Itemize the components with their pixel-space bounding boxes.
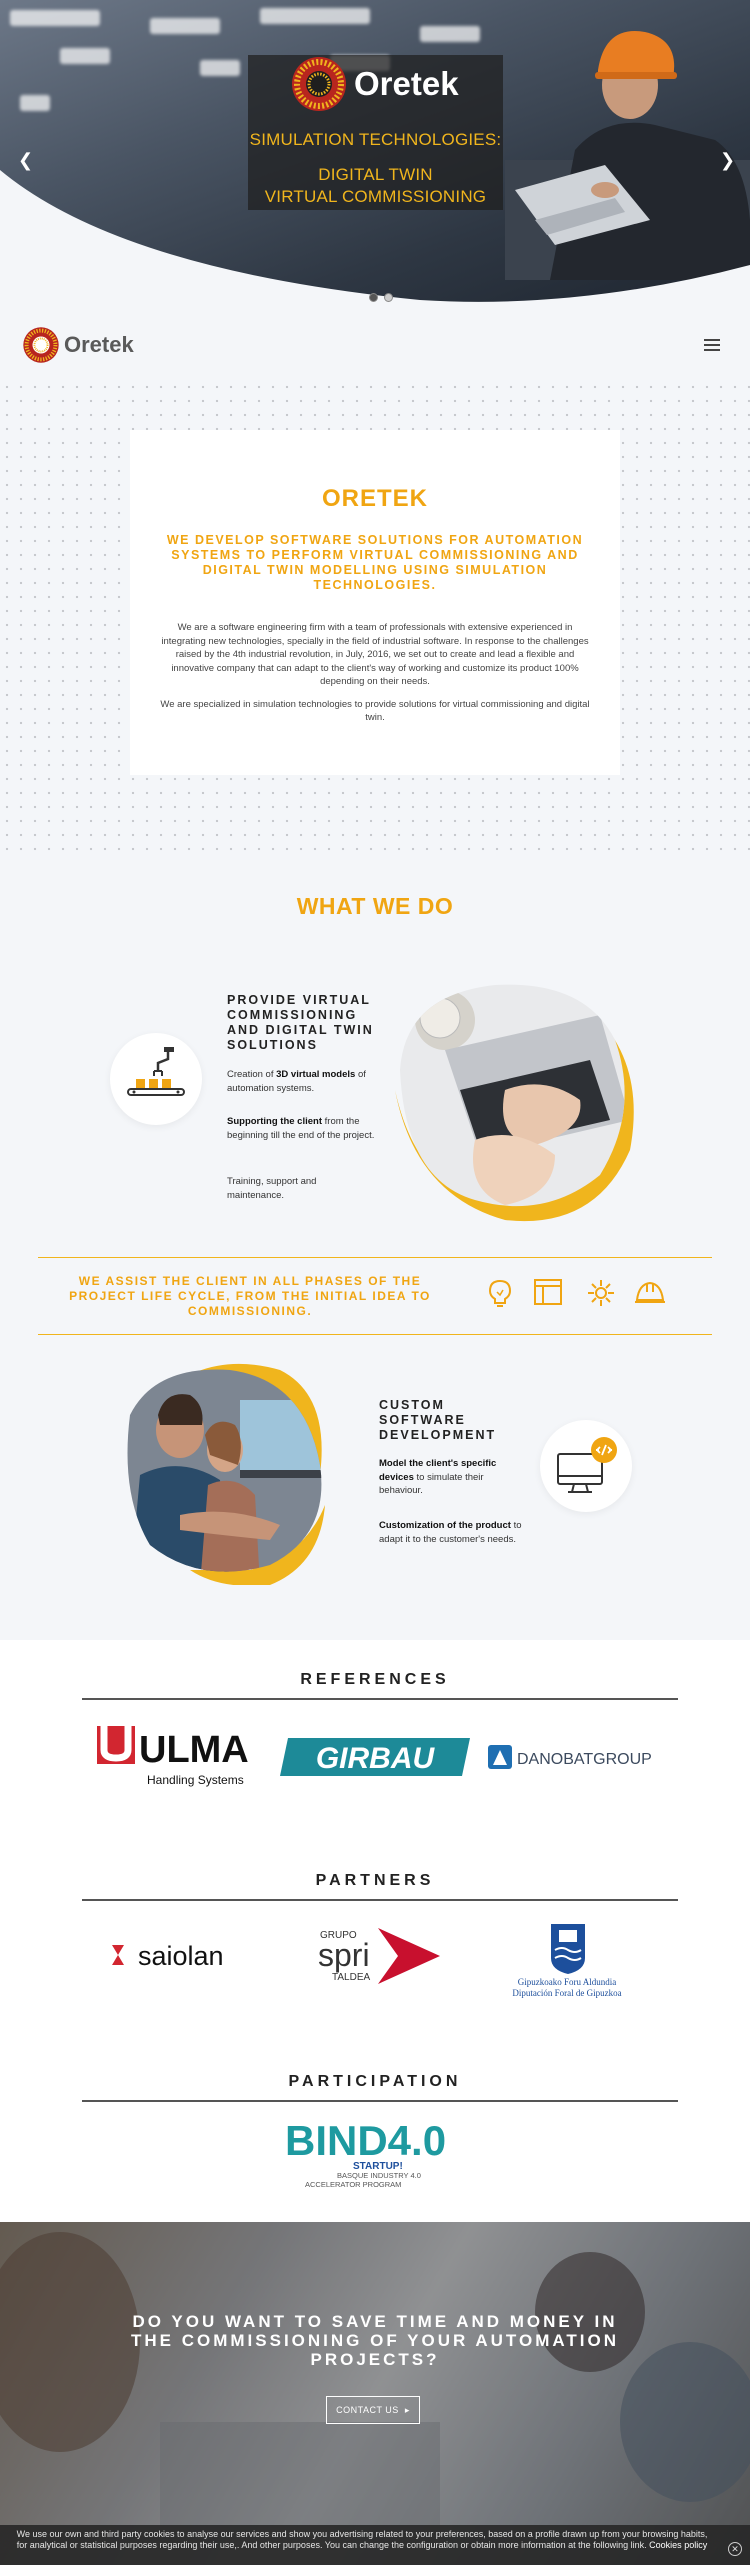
gear-cluster-icon [588,1280,614,1306]
feature1-point-3: Training, support and maintenance. [227,1176,317,1201]
partners-divider [82,1899,678,1901]
intro-title: ORETEK [321,485,428,512]
gipuzkoa-logo[interactable]: Gipuzkoako Foru Aldundia Diputación Fora… [505,1920,630,2000]
close-circle-icon[interactable]: ✕ [728,2542,742,2556]
what-we-do-title: WHAT WE DO [296,893,454,919]
feature1-point-2-bold: Supporting the client [227,1116,322,1127]
hero-line-2: DIGITAL TWIN [318,165,433,184]
ulma-subtext: Handling Systems [147,1773,244,1787]
feature2-point-2-bold: Customization of the product [379,1520,511,1531]
participation-title: PARTICIPATION [288,2073,462,2090]
oretek-logo-icon [292,57,346,111]
girbau-text: GIRBAU [316,1742,436,1775]
spri-main: spri [318,1937,370,1973]
feature2-point-2: Customization of the product to adapt it… [379,1519,524,1546]
cta-overlay [0,2222,750,2565]
hero-logo: Oretek [290,55,459,113]
robot-arm-conveyor-icon [127,1047,185,1096]
oretek-logo-icon [23,327,59,363]
caret-right-icon: ▸ [404,2404,410,2415]
girbau-logo[interactable]: GIRBAU [280,1736,470,1778]
feature2-point-1: Model the client's specific devices to s… [379,1457,524,1498]
cta-headline: DO YOU WANT TO SAVE TIME AND MONEY IN TH… [131,2312,619,2369]
intro-paragraph-1: We are a software engineering firm with … [161,622,589,687]
references-divider [82,1698,678,1700]
saiolan-text: saiolan [138,1941,224,1971]
saiolan-logo[interactable]: saiolan [108,1935,243,1975]
spri-bottom: TALDEA [332,1972,370,1983]
slider-dot[interactable] [384,293,393,302]
danobat-text: DANOBATGROUP [517,1751,652,1768]
cookies-policy-link[interactable]: Cookies policy [649,2540,707,2550]
feature2-heading: CUSTOM SOFTWARE DEVELOPMENT [379,1398,497,1442]
gipuzkoa-text-2: Diputación Foral de Gipuzkoa [512,1988,621,1998]
chevron-right-icon[interactable]: ❯ [720,150,735,171]
ulma-text: ULMA [139,1729,249,1771]
intro-subtitle: WE DEVELOP SOFTWARE SOLUTIONS FOR AUTOMA… [166,533,584,592]
contact-us-button[interactable]: CONTACT US ▸ [326,2396,420,2424]
hardhat-icon [635,1281,665,1303]
nav-logo[interactable]: Oretek [22,326,134,364]
computer-code-icon [557,1437,617,1493]
bind-sub-2: BASQUE INDUSTRY 4.0 [337,2171,421,2180]
cta-section: DO YOU WANT TO SAVE TIME AND MONEY IN TH… [0,2222,750,2565]
assist-text: WE ASSIST THE CLIENT IN ALL PHASES OF TH… [69,1274,431,1318]
feature1-point-1: Creation of 3D virtual models of automat… [227,1068,377,1095]
assist-banner: WE ASSIST THE CLIENT IN ALL PHASES OF TH… [38,1257,712,1335]
layout-icon [534,1279,562,1305]
team-computer-photo [127,1363,325,1585]
hero-line-3: VIRTUAL COMMISSIONING [264,187,487,206]
intro-card: ORETEK WE DEVELOP SOFTWARE SOLUTIONS FOR… [130,430,620,775]
feature1-icon-circle [110,1033,202,1125]
hamburger-icon[interactable] [704,339,720,351]
feature1-heading: PROVIDE VIRTUAL COMMISSIONING AND DIGITA… [227,993,374,1052]
hero-slider: Oretek SIMULATION TECHNOLOGIES: DIGITAL … [0,0,750,305]
laptop-typing-photo [395,984,634,1222]
chevron-left-icon[interactable]: ❮ [18,150,33,171]
cookie-text: We use our own and third party cookies t… [16,2529,708,2550]
hero-logo-text: Oretek [354,65,459,102]
feature1-point-1-bold: 3D virtual models [276,1069,356,1080]
participation-divider [82,2100,678,2102]
bind-main: BIND4.0 [285,2117,446,2164]
bind40-logo[interactable]: BIND4.0 STARTUP! BASQUE INDUSTRY 4.0 ACC… [285,2112,465,2192]
partners-title: PARTNERS [315,1872,435,1889]
lightbulb-icon [488,1279,512,1307]
spri-logo[interactable]: GRUPO spri TALDEA [318,1920,443,1992]
nav-logo-text: Oretek [64,332,134,357]
intro-paragraph-2: We are specialized in simulation technol… [160,698,590,724]
bind-sub-3: ACCELERATOR PROGRAM [305,2180,401,2189]
ulma-logo[interactable]: ULMA Handling Systems [95,1722,260,1790]
gipuzkoa-text-1: Gipuzkoako Foru Aldundia [518,1977,617,1987]
danobat-logo[interactable]: DANOBATGROUP [487,1743,662,1771]
slider-dots [369,293,393,302]
feature1-point-2: Supporting the client from the beginning… [227,1115,377,1142]
navbar: Oretek [0,310,750,380]
contact-us-label: CONTACT US [336,2405,399,2415]
hero-line-1: SIMULATION TECHNOLOGIES: [249,130,502,149]
slider-dot[interactable] [369,293,378,302]
feature1-point-1-text: Creation of [227,1069,277,1080]
references-title: REFERENCES [300,1671,450,1688]
feature2-icon-circle [540,1420,632,1512]
cookie-banner: We use our own and third party cookies t… [0,2525,750,2565]
